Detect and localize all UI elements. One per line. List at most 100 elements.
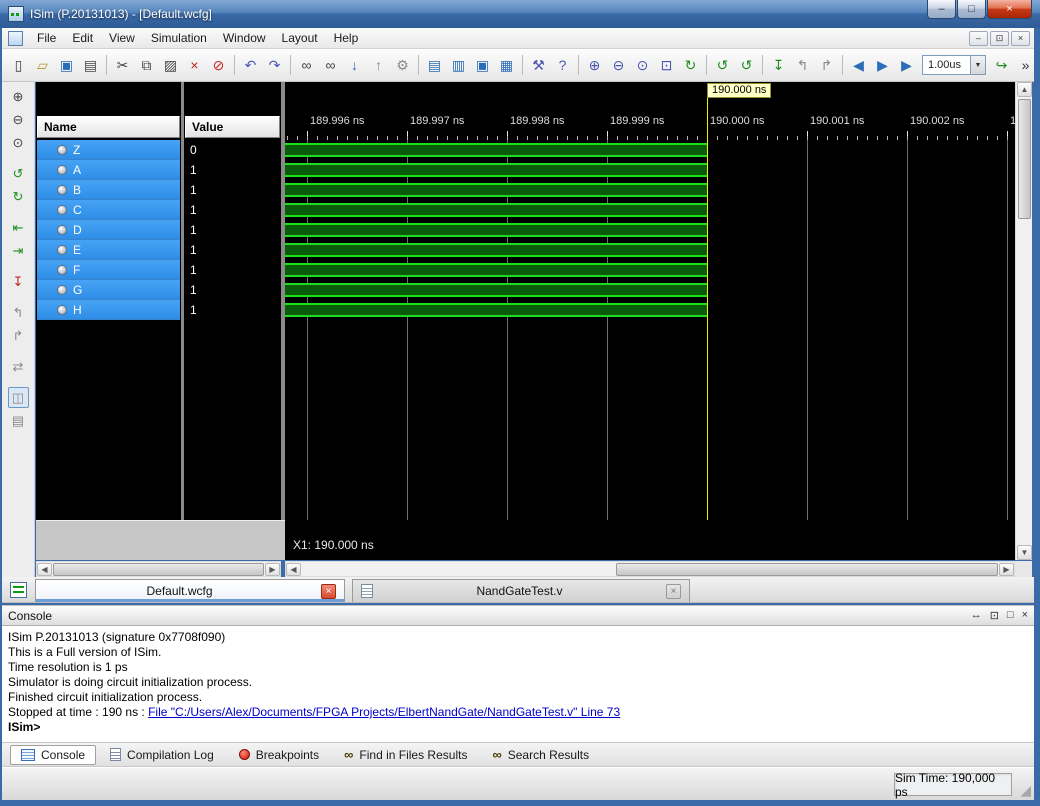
redo-step-icon[interactable]: ↱ xyxy=(815,54,838,77)
signal-row[interactable]: E xyxy=(37,240,180,260)
mdi-minimize-button[interactable]: – xyxy=(969,30,988,46)
menu-view[interactable]: View xyxy=(101,29,143,47)
settings-icon[interactable]: ⚙ xyxy=(391,54,414,77)
value-column-header[interactable]: Value xyxy=(185,116,280,138)
menu-file[interactable]: File xyxy=(29,29,64,47)
close-button[interactable]: × xyxy=(987,0,1032,19)
menu-help[interactable]: Help xyxy=(326,29,367,47)
close-tab-icon[interactable]: × xyxy=(666,583,681,599)
signal-row[interactable]: H xyxy=(37,300,180,320)
time-cursor-line[interactable] xyxy=(707,98,708,520)
run-icon[interactable]: ▶ xyxy=(871,54,894,77)
float-panel-icon[interactable]: ◫ xyxy=(7,387,29,408)
relaunch-icon[interactable]: ↺ xyxy=(711,54,734,77)
go-prev-event-icon[interactable]: ↺ xyxy=(8,163,29,184)
goto-prev-icon[interactable]: ↑ xyxy=(367,54,390,77)
menu-window[interactable]: Window xyxy=(215,29,274,47)
scroll-up-icon[interactable]: ▲ xyxy=(1017,82,1032,97)
scroll-left-icon[interactable]: ◀ xyxy=(286,563,301,576)
close-icon[interactable]: × xyxy=(1022,609,1028,622)
zoom-area-icon[interactable]: ⊡ xyxy=(655,54,678,77)
name-column-header[interactable]: Name xyxy=(37,116,180,138)
prev-transition-icon[interactable]: ⇤ xyxy=(8,217,29,238)
zoom-out-icon[interactable]: ⊖ xyxy=(607,54,630,77)
run-time-combo[interactable]: 1.00us ▼ xyxy=(922,55,986,75)
console-header[interactable]: Console ↔ ⊡ □ × xyxy=(2,605,1034,626)
next-transition-icon[interactable]: ⇥ xyxy=(8,240,29,261)
zoom-in-icon[interactable]: ⊕ xyxy=(8,86,29,107)
scroll-right-icon[interactable]: ▶ xyxy=(265,563,280,576)
mdi-restore-button[interactable]: ⊡ xyxy=(990,30,1009,46)
refresh-icon[interactable]: ↻ xyxy=(679,54,702,77)
signal-row[interactable]: F xyxy=(37,260,180,280)
signal-row[interactable]: B xyxy=(37,180,180,200)
resize-grip[interactable]: ◢ xyxy=(1020,783,1031,797)
zoom-full-icon[interactable]: ⊙ xyxy=(8,132,29,153)
ruler-icon[interactable]: ▤ xyxy=(8,410,29,431)
maximize-button[interactable]: □ xyxy=(957,0,986,19)
scrollbar-thumb[interactable] xyxy=(616,563,998,576)
run-for-time-icon[interactable]: ▶ xyxy=(895,54,918,77)
tab-breakpoints[interactable]: Breakpoints xyxy=(228,745,330,765)
new-document-icon[interactable]: ▯ xyxy=(7,54,30,77)
names-horizontal-scrollbar[interactable]: ◀ ▶ xyxy=(36,561,281,577)
scrollbar-thumb[interactable] xyxy=(53,563,264,576)
tools-icon[interactable]: ⚒ xyxy=(527,54,550,77)
undo-step-icon[interactable]: ↰ xyxy=(791,54,814,77)
goto-time-icon[interactable]: ◀ xyxy=(847,54,870,77)
console-output[interactable]: ISim P.20131013 (signature 0x7708f090) T… xyxy=(2,626,1034,743)
run-time-dropdown-button[interactable]: ▼ xyxy=(970,56,985,74)
swap-cursors-icon[interactable]: ⇄ xyxy=(8,356,29,377)
menu-simulation[interactable]: Simulation xyxy=(143,29,215,47)
tab-default-wcfg[interactable]: Default.wcfg × xyxy=(35,579,345,602)
open-icon[interactable]: ▱ xyxy=(31,54,54,77)
source-file-link[interactable]: File "C:/Users/Alex/Documents/FPGA Proje… xyxy=(148,705,620,719)
marker-icon[interactable]: ↧ xyxy=(8,271,29,292)
step-icon[interactable]: ↧ xyxy=(767,54,790,77)
toolbar-overflow-button[interactable]: » xyxy=(1014,54,1037,77)
float-icon[interactable]: □ xyxy=(1007,609,1014,622)
tab-compilation-log[interactable]: Compilation Log xyxy=(99,745,225,765)
signal-row[interactable]: Z xyxy=(37,140,180,160)
paste-icon[interactable]: ▨ xyxy=(159,54,182,77)
menu-edit[interactable]: Edit xyxy=(64,29,101,47)
scrollbar-thumb[interactable] xyxy=(1018,99,1031,219)
tile-grid-icon[interactable]: ▦ xyxy=(495,54,518,77)
time-ruler[interactable]: 189.996 ns 189.997 ns 189.998 ns 189.999… xyxy=(285,112,1015,140)
restore-icon[interactable]: ⊡ xyxy=(990,609,999,622)
scroll-down-icon[interactable]: ▼ xyxy=(1017,545,1032,560)
prev-marker-icon[interactable]: ↰ xyxy=(8,302,29,323)
title-bar[interactable]: ISim (P.20131013) - [Default.wcfg] – □ × xyxy=(0,0,1040,28)
print-icon[interactable]: ▤ xyxy=(79,54,102,77)
tab-search-results[interactable]: ∞ Search Results xyxy=(481,745,600,765)
cascade-icon[interactable]: ▣ xyxy=(471,54,494,77)
resize-horizontal-icon[interactable]: ↔ xyxy=(971,609,982,622)
tab-nandgatetest-v[interactable]: NandGateTest.v × xyxy=(352,579,690,602)
find-icon[interactable]: ∞ xyxy=(295,54,318,77)
signal-row[interactable]: D xyxy=(37,220,180,240)
signal-row[interactable]: G xyxy=(37,280,180,300)
find-in-files-icon[interactable]: ∞ xyxy=(319,54,342,77)
signal-row[interactable]: A xyxy=(37,160,180,180)
minimize-button[interactable]: – xyxy=(927,0,956,19)
zoom-full-icon[interactable]: ⊙ xyxy=(631,54,654,77)
scroll-left-icon[interactable]: ◀ xyxy=(37,563,52,576)
close-tab-icon[interactable]: × xyxy=(321,583,336,599)
scroll-right-icon[interactable]: ▶ xyxy=(999,563,1014,576)
waveform-panel[interactable]: 190.000 ns 189.996 ns 189.997 ns 189.998… xyxy=(285,82,1015,560)
vertical-scrollbar[interactable]: ▲ ▼ xyxy=(1015,82,1032,560)
copy-icon[interactable]: ⧉ xyxy=(135,54,158,77)
step-return-icon[interactable]: ↪ xyxy=(990,54,1013,77)
tile-horizontal-icon[interactable]: ▤ xyxy=(423,54,446,77)
context-help-icon[interactable]: ? xyxy=(551,54,574,77)
tab-console[interactable]: Console xyxy=(10,744,97,765)
restart-icon[interactable]: ↺ xyxy=(735,54,758,77)
zoom-in-icon[interactable]: ⊕ xyxy=(583,54,606,77)
menu-layout[interactable]: Layout xyxy=(274,29,326,47)
goto-next-icon[interactable]: ↓ xyxy=(343,54,366,77)
redo-icon[interactable]: ↷ xyxy=(263,54,286,77)
cut-icon[interactable]: ✂ xyxy=(111,54,134,77)
go-next-event-icon[interactable]: ↻ xyxy=(8,186,29,207)
signal-row[interactable]: C xyxy=(37,200,180,220)
undo-icon[interactable]: ↶ xyxy=(239,54,262,77)
